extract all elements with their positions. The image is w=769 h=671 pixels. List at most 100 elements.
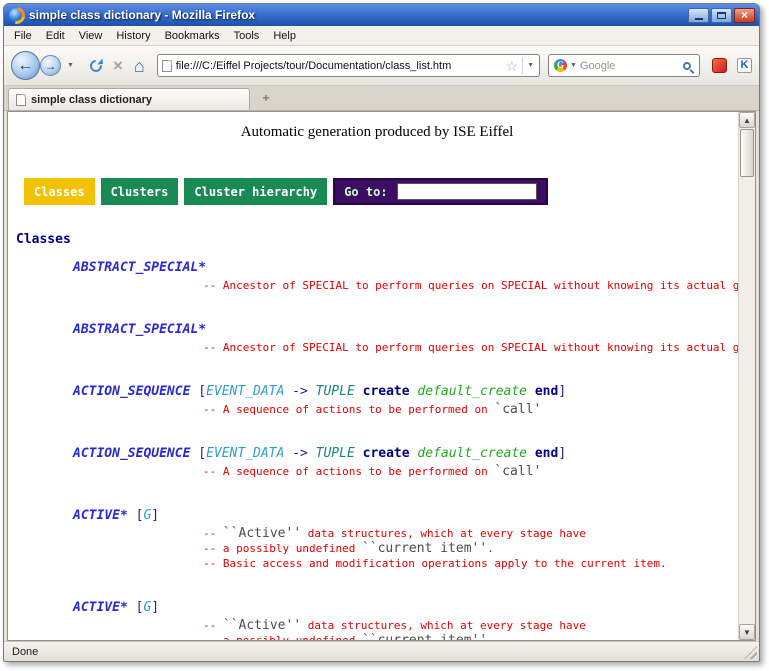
code-segment: ACTION_SEQUENCE (73, 446, 190, 461)
close-button[interactable]: × (734, 8, 755, 23)
goto-box: Go to: (333, 178, 547, 205)
history-dropdown-icon[interactable]: ▼ (65, 62, 76, 69)
code-segment: -> (284, 384, 315, 399)
forward-button[interactable]: → (40, 55, 61, 76)
class-entry: ACTIVE* [G]-- ``Active'' data structures… (16, 508, 738, 571)
class-entry: ACTIVE* [G] -- ``Active'' data structures… (16, 600, 738, 640)
code-segment: ACTIVE* (73, 600, 128, 615)
maximize-button[interactable] (711, 8, 732, 23)
menu-history[interactable]: History (109, 27, 157, 45)
class-comment: -- A sequence of actions to be performed… (203, 464, 738, 479)
menu-file[interactable]: File (7, 27, 39, 45)
search-icon[interactable] (683, 62, 691, 70)
code-segment: ``Active'' (223, 618, 301, 633)
code-segment: -- (203, 619, 223, 632)
code-segment: ABSTRACT_SPECIAL* (73, 322, 206, 337)
menu-tools[interactable]: Tools (227, 27, 267, 45)
search-input[interactable]: Google (580, 60, 680, 72)
status-text: Done (12, 646, 38, 658)
bookmark-star-icon[interactable]: ☆ (506, 59, 519, 73)
resize-grip[interactable] (744, 646, 757, 659)
code-segment: [ (190, 446, 206, 461)
code-segment: [ (128, 600, 144, 615)
code-segment: -- Ancestor of SPECIAL to perform querie… (203, 341, 738, 354)
code-segment: ] (558, 384, 566, 399)
code-segment: [ (190, 384, 206, 399)
menu-bookmarks[interactable]: Bookmarks (158, 27, 227, 45)
code-segment: `call' (494, 402, 541, 417)
code-segment: TUPLE (316, 446, 355, 461)
refresh-button[interactable] (86, 56, 106, 76)
class-entry: ABSTRACT_SPECIAL* -- Ancestor of SPECIAL … (16, 260, 738, 293)
code-segment: -- A sequence of actions to be performed… (203, 465, 494, 478)
code-segment: ``current item'' (362, 541, 487, 556)
url-text[interactable]: file:///C:/Eiffel Projects/tour/Document… (176, 60, 502, 72)
class-link[interactable]: ACTION_SEQUENCE [EVENT_DATA -> TUPLE cre… (73, 384, 738, 399)
addon-icon-2[interactable]: K (737, 58, 752, 73)
code-segment: end (535, 446, 558, 461)
scroll-down-button[interactable]: ▼ (739, 624, 755, 640)
code-segment: default_create (417, 446, 527, 461)
vertical-scrollbar[interactable]: ▲ ▼ (738, 112, 755, 640)
goto-input[interactable] (397, 183, 537, 200)
scrollbar-thumb[interactable] (740, 129, 754, 177)
code-segment: end (535, 384, 558, 399)
class-link[interactable]: ACTIVE* [G] (73, 600, 738, 615)
class-comment: -- Ancestor of SPECIAL to perform querie… (203, 340, 738, 355)
class-comment: -- ``Active'' data structures, which at … (203, 618, 738, 633)
page-nav-buttons: ClassesClustersCluster hierarchy (24, 178, 327, 205)
tab-bar: simple class dictionary + (4, 86, 759, 111)
home-button[interactable]: ⌂ (130, 57, 149, 75)
code-segment: ] (558, 446, 566, 461)
doc-button-cluster-hierarchy[interactable]: Cluster hierarchy (184, 178, 327, 205)
refresh-icon (87, 57, 104, 74)
browser-window: simple class dictionary - Mozilla Firefo… (3, 3, 760, 662)
class-link[interactable]: ABSTRACT_SPECIAL* (73, 322, 738, 337)
minimize-button[interactable] (688, 8, 709, 23)
title-bar[interactable]: simple class dictionary - Mozilla Firefo… (4, 4, 759, 26)
class-comment: -- Basic access and modification operati… (203, 556, 738, 571)
tab-simple-class-dictionary[interactable]: simple class dictionary (8, 88, 250, 110)
addon-icon-1[interactable] (712, 58, 727, 73)
google-logo-icon: G (554, 59, 567, 72)
window-title: simple class dictionary - Mozilla Firefo… (29, 8, 683, 22)
window-controls: × (688, 8, 755, 23)
code-segment: EVENT_DATA (206, 446, 284, 461)
code-segment: ``current item'' (362, 633, 487, 640)
class-link[interactable]: ACTIVE* [G] (73, 508, 738, 523)
code-segment: ABSTRACT_SPECIAL* (73, 260, 206, 275)
search-engine-dropdown-icon[interactable]: ▼ (570, 62, 577, 69)
code-segment: -- Ancestor of SPECIAL to perform querie… (203, 279, 738, 292)
page-nav: ClassesClustersCluster hierarchy Go to: (24, 178, 738, 205)
code-segment: create (363, 384, 410, 399)
back-button[interactable]: ← (11, 51, 40, 80)
code-segment (355, 384, 363, 399)
code-segment: ACTIVE* (73, 508, 128, 523)
menu-view[interactable]: View (72, 27, 110, 45)
class-entry: ABSTRACT_SPECIAL* -- Ancestor of SPECIAL … (16, 322, 738, 355)
class-link[interactable]: ABSTRACT_SPECIAL* (73, 260, 738, 275)
menu-bar: FileEditViewHistoryBookmarksToolsHelp (4, 26, 759, 46)
address-bar[interactable]: file:///C:/Eiffel Projects/tour/Document… (157, 54, 540, 77)
class-link[interactable]: ACTION_SEQUENCE [EVENT_DATA -> TUPLE cre… (73, 446, 738, 461)
code-segment: ``Active'' (223, 526, 301, 541)
new-tab-button[interactable]: + (257, 90, 275, 107)
stop-button[interactable]: × (110, 57, 126, 74)
url-dropdown-icon[interactable]: ▼ (522, 57, 535, 74)
class-comment: -- Ancestor of SPECIAL to perform querie… (203, 278, 738, 293)
code-segment: -- a possibly undefined (203, 634, 362, 640)
search-box[interactable]: G ▼ Google (548, 54, 700, 77)
code-segment: -> (284, 446, 315, 461)
doc-button-clusters[interactable]: Clusters (101, 178, 179, 205)
doc-button-classes[interactable]: Classes (24, 178, 95, 205)
nav-toolbar: ← → ▼ × ⌂ file:///C:/Eiffel Projects/tou… (4, 46, 759, 86)
page-content: Automatic generation produced by ISE Eif… (8, 112, 738, 640)
menu-help[interactable]: Help (266, 27, 303, 45)
code-segment (355, 446, 363, 461)
code-segment: data structures, which at every stage ha… (301, 527, 586, 540)
tab-favicon (16, 94, 26, 106)
menu-edit[interactable]: Edit (39, 27, 72, 45)
code-segment: `call' (494, 464, 541, 479)
scroll-up-button[interactable]: ▲ (739, 112, 755, 128)
class-comment: -- a possibly undefined ``current item''… (203, 633, 738, 640)
